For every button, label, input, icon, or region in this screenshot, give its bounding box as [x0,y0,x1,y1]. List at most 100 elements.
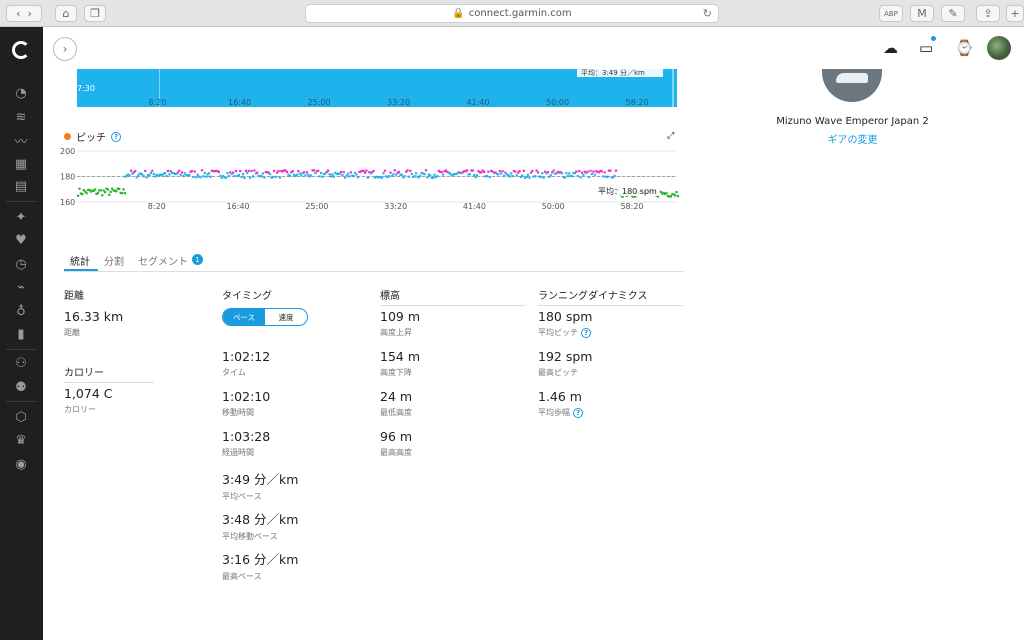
pace-average-label: 平均：3:49 分／km [581,69,645,77]
cadence-legend-dot [64,133,71,140]
help-icon[interactable]: ? [581,327,591,338]
stat-label: 平均移動ペース [222,531,298,542]
trophy-icon[interactable]: ♛ [10,431,32,449]
cadence-point [247,169,250,172]
cadence-point [232,171,235,174]
avatar[interactable] [987,36,1011,60]
cadence-point [500,172,503,175]
timing-section: タイミング ペース 速度 1:02:12 タイム 1:02:10 移動時間 1:03:2… [222,287,367,581]
heart-icon[interactable]: ♥ [10,231,32,249]
upload-cloud-icon[interactable]: ☁ [883,39,898,57]
cadence-point [103,191,107,194]
cadence-average-label: 平均：180 spm [598,186,657,196]
cadence-point [352,174,355,178]
cadence-point [466,169,469,172]
back-forward-buttons[interactable]: ‹ › [6,5,42,22]
cadence-point [380,176,384,179]
pace-speed-toggle[interactable]: ペース 速度 [222,308,308,326]
new-tab-icon[interactable]: + [1006,5,1024,22]
cadence-point [609,169,612,172]
cadence-point [527,173,530,176]
cadence-point [300,174,303,177]
cadence-point [424,169,428,172]
cadence-point [518,170,521,173]
fullscreen-icon[interactable]: ⤢ [667,131,674,141]
stat-value: 3:16 分／km [222,552,299,567]
cadence-point [403,175,406,178]
speed-toggle-option[interactable]: 速度 [265,309,307,325]
address-bar[interactable]: 🔒 connect.garmin.com ↻ [305,4,719,23]
cadence-point [94,188,97,191]
stat-label: 経過時間 [222,447,270,458]
activity-icon[interactable]: 〰 [10,131,32,150]
cadence-point [148,174,151,177]
tab-segments[interactable]: セグメント 1 [132,250,211,271]
cadence-point [274,175,277,178]
inbox-icon[interactable]: ▭ [919,36,936,57]
watch-icon[interactable]: ⌚ [955,39,974,57]
pace-x-tick-label: 58:20 [626,98,649,107]
connections-icon[interactable]: ⚇ [10,354,32,372]
cadence-point [549,174,552,177]
cadence-point [341,174,344,177]
cadence-point [295,173,299,176]
cadence-point [676,194,680,198]
home-icon[interactable]: ⌂ [55,5,77,22]
tab-stats[interactable]: 統計 [64,250,98,271]
layers-icon[interactable]: ≋ [10,108,32,126]
stat-item: 192 spm 最高ピッチ [538,349,592,378]
cadence-point [514,170,517,173]
badge-icon[interactable]: ⬡ [10,408,32,426]
stopwatch-icon[interactable]: ◷ [10,255,32,273]
segments-count-badge: 1 [192,254,203,265]
stat-label-text: 最高高度 [380,448,412,457]
cadence-point [669,195,672,198]
change-gear-link[interactable]: ギアの変更 [760,131,945,146]
groups-icon[interactable]: ⚉ [10,378,32,396]
stat-label: 移動時間 [222,407,270,418]
shoe-icon[interactable]: ⌁ [10,278,32,296]
cadence-point [144,169,147,173]
cadence-point [217,170,221,174]
extension-m-icon[interactable]: M [910,5,934,22]
cadence-point [207,172,211,175]
edit-icon[interactable]: ✎ [941,5,965,22]
cadence-point [539,175,542,179]
help-icon[interactable]: ? [573,407,583,418]
cadence-y-tick-label: 180 [60,173,75,182]
cadence-point [383,169,386,172]
cadence-point [260,175,263,178]
cadence-point [310,174,313,177]
cadence-chart-title: ピッチ ? [64,129,121,144]
garmin-connect-logo[interactable] [12,41,30,59]
reload-icon[interactable]: ↻ [703,7,712,20]
dashboard-icon[interactable]: ◔ [10,84,32,102]
pace-toggle-option[interactable]: ペース [223,309,265,325]
adblock-icon[interactable]: ABP [879,5,903,22]
lightbulb-icon[interactable]: ♁ [10,302,32,320]
cadence-point [419,174,422,177]
stat-label-text: 最高ペース [222,572,262,581]
target-icon[interactable]: ◉ [10,455,32,473]
cadence-x-tick-label: 8:20 [148,202,166,211]
calendar-icon[interactable]: ▦ [10,155,32,173]
cadence-point [348,175,351,178]
tabs-icon[interactable]: ❐ [84,5,106,22]
stat-item: 180 spm 平均ピッチ? [538,309,592,338]
running-person-icon[interactable]: ✦ [10,208,32,226]
cadence-point [475,174,479,177]
stat-label: 平均歩幅? [538,407,583,418]
share-icon[interactable]: ⇪ [976,5,1000,22]
tab-splits[interactable]: 分割 [98,250,132,271]
cadence-point [205,175,208,178]
bar-chart-icon[interactable]: ▮ [10,325,32,343]
cadence-point [250,169,253,173]
cadence-point [485,174,489,178]
expand-sidebar-button[interactable]: › [53,37,77,61]
cadence-point [251,175,255,178]
cadence-point [546,171,550,174]
cadence-point [423,173,426,176]
news-icon[interactable]: ▤ [10,177,32,195]
cadence-point [498,170,501,173]
help-icon[interactable]: ? [111,131,121,142]
